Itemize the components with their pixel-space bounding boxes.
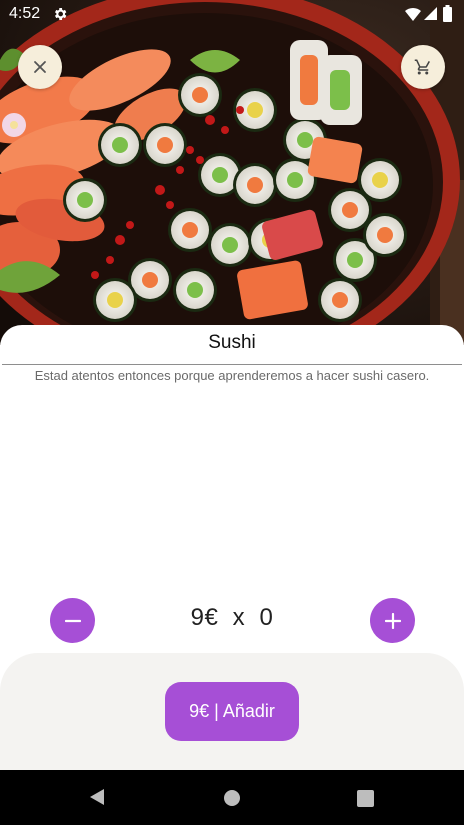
cart-button[interactable] xyxy=(401,45,445,89)
quantity-count: 0 xyxy=(259,604,274,631)
screen: 4:52 Sushi Estad atentos entonces porque… xyxy=(0,0,464,825)
settings-icon xyxy=(55,8,67,20)
sushi-platter-image xyxy=(0,0,464,345)
title-divider xyxy=(2,364,462,365)
add-to-cart-button[interactable]: 9€ | Añadir xyxy=(165,682,299,741)
product-title: Sushi xyxy=(208,332,256,353)
times-sign: x xyxy=(232,604,246,631)
increment-button[interactable] xyxy=(370,598,415,643)
home-icon[interactable] xyxy=(223,789,241,807)
battery-icon xyxy=(443,5,452,22)
unit-price: 9€ xyxy=(190,604,219,631)
close-icon xyxy=(34,61,46,73)
navigation-bar xyxy=(0,770,464,825)
signal-icon xyxy=(424,7,437,20)
back-icon[interactable] xyxy=(88,788,106,806)
status-time: 4:52 xyxy=(9,5,41,22)
recents-icon[interactable] xyxy=(357,790,374,807)
close-button[interactable] xyxy=(18,45,62,89)
wifi-icon xyxy=(405,8,421,21)
cart-icon xyxy=(414,59,430,75)
plus-icon xyxy=(384,612,401,629)
product-description: Estad atentos entonces porque aprenderem… xyxy=(34,368,430,383)
status-bar: 4:52 xyxy=(0,0,464,28)
